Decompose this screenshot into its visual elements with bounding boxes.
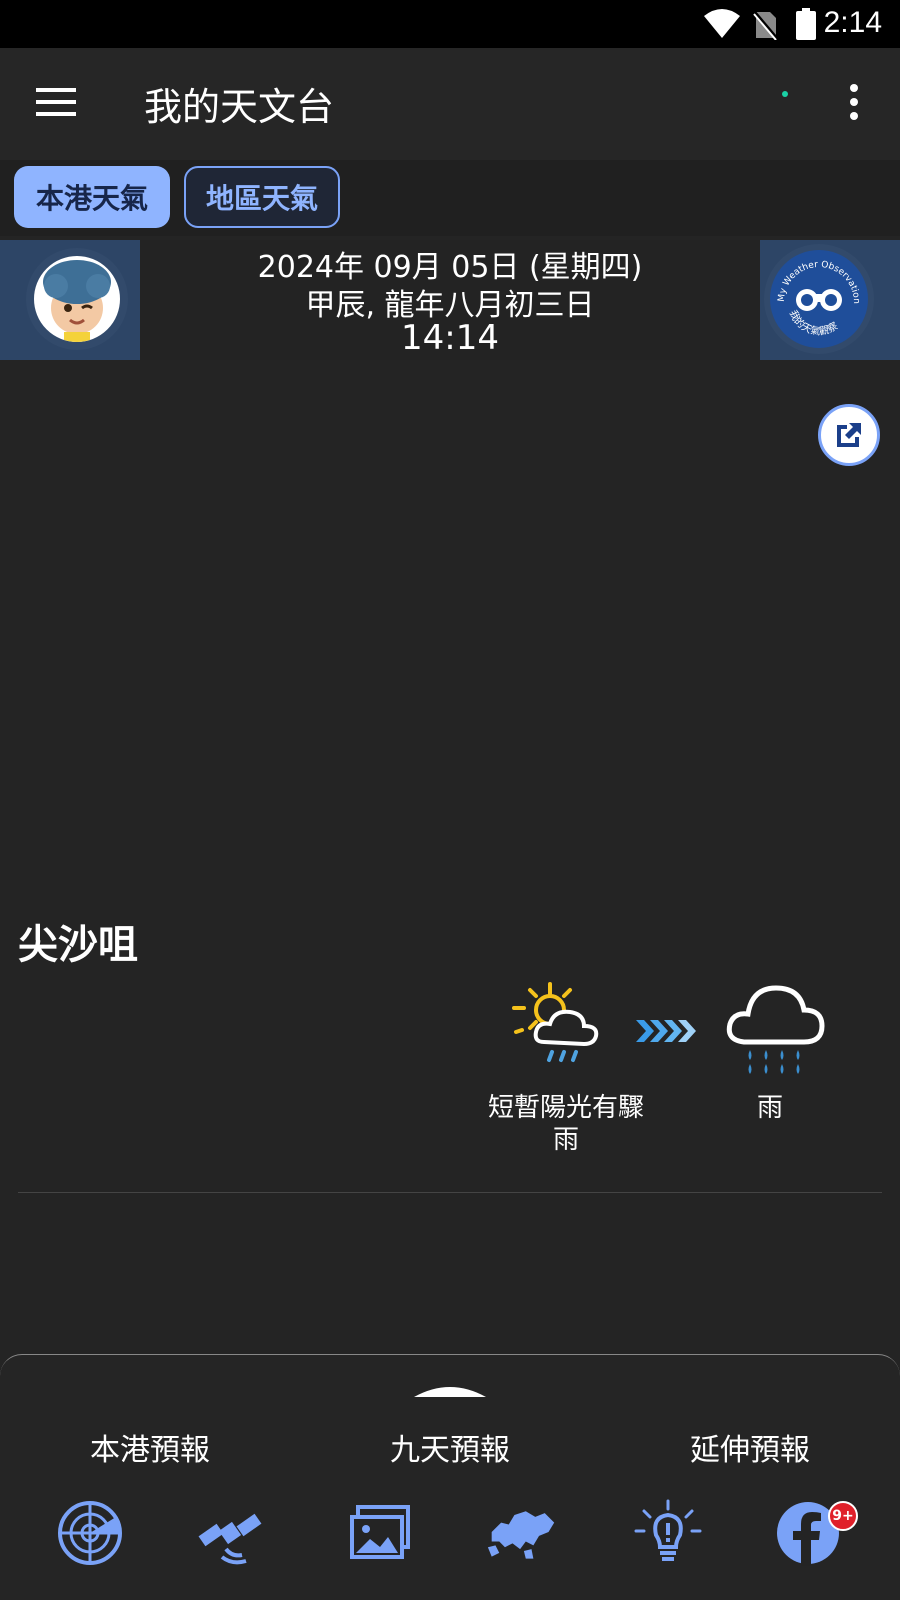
radar-button[interactable]: [54, 1497, 126, 1569]
weather-tabs: 本港天氣 地區天氣: [0, 160, 900, 236]
location-name: 尖沙咀: [18, 922, 138, 968]
link-extended-forecast[interactable]: 延伸預報: [630, 1425, 870, 1469]
tab-regional-weather[interactable]: 地區天氣: [184, 166, 340, 228]
link-local-forecast[interactable]: 本港預報: [30, 1425, 270, 1469]
rain-cloud-icon: [726, 985, 825, 1074]
app-bar: 我的天文台: [0, 48, 900, 160]
avatar[interactable]: [26, 248, 128, 350]
weather-observation-badge[interactable]: My Weather Observation 我的天氣觀察: [764, 244, 874, 354]
menu-icon[interactable]: [36, 86, 76, 118]
loading-dot: [782, 91, 788, 97]
share-icon: [837, 423, 861, 447]
tips-bulb-icon: [634, 1499, 702, 1561]
clock: 2:14: [823, 6, 882, 39]
notification-badge: 9+: [828, 1501, 858, 1531]
radar-icon: [58, 1501, 122, 1565]
hk-map-icon: [487, 1511, 555, 1559]
more-options-icon[interactable]: [848, 84, 860, 120]
date-banner: 2024年 09月 05日 (星期四) 甲辰, 龍年八月初三日 14:14 My…: [0, 240, 900, 360]
forecast-now-label: 短暫陽光有驟雨: [487, 1093, 644, 1155]
no-sim-icon: [752, 10, 778, 40]
battery-icon: [796, 8, 816, 40]
share-button[interactable]: [818, 404, 880, 466]
wifi-icon: [704, 9, 740, 38]
gallery-icon: [350, 1505, 410, 1559]
divider: [18, 1192, 882, 1193]
current-time: 14:14: [401, 318, 499, 358]
tips-button[interactable]: [632, 1497, 704, 1569]
svg-text:我的天氣觀察: 我的天氣觀察: [787, 308, 840, 337]
link-nine-day-forecast[interactable]: 九天預報: [330, 1425, 570, 1469]
hk-map-button[interactable]: [486, 1497, 558, 1569]
cartoon-boy-icon: [43, 260, 111, 342]
sun-cloud-rain-icon: [512, 982, 599, 1062]
gallery-button[interactable]: [344, 1497, 416, 1569]
bottom-sheet: 本港預報 九天預報 延伸預報 9+: [0, 1354, 900, 1600]
forecast-next-label: 雨: [756, 1093, 783, 1123]
expand-handle-icon[interactable]: [414, 1383, 486, 1397]
status-bar: 2:14: [0, 0, 900, 48]
satellite-button[interactable]: [194, 1497, 266, 1569]
binoculars-icon: My Weather Observation 我的天氣觀察: [777, 260, 861, 338]
chevron-arrows-icon: [636, 1020, 696, 1042]
satellite-icon: [198, 1513, 262, 1565]
tab-hk-weather[interactable]: 本港天氣: [14, 166, 170, 228]
app-title: 我的天文台: [144, 85, 335, 129]
